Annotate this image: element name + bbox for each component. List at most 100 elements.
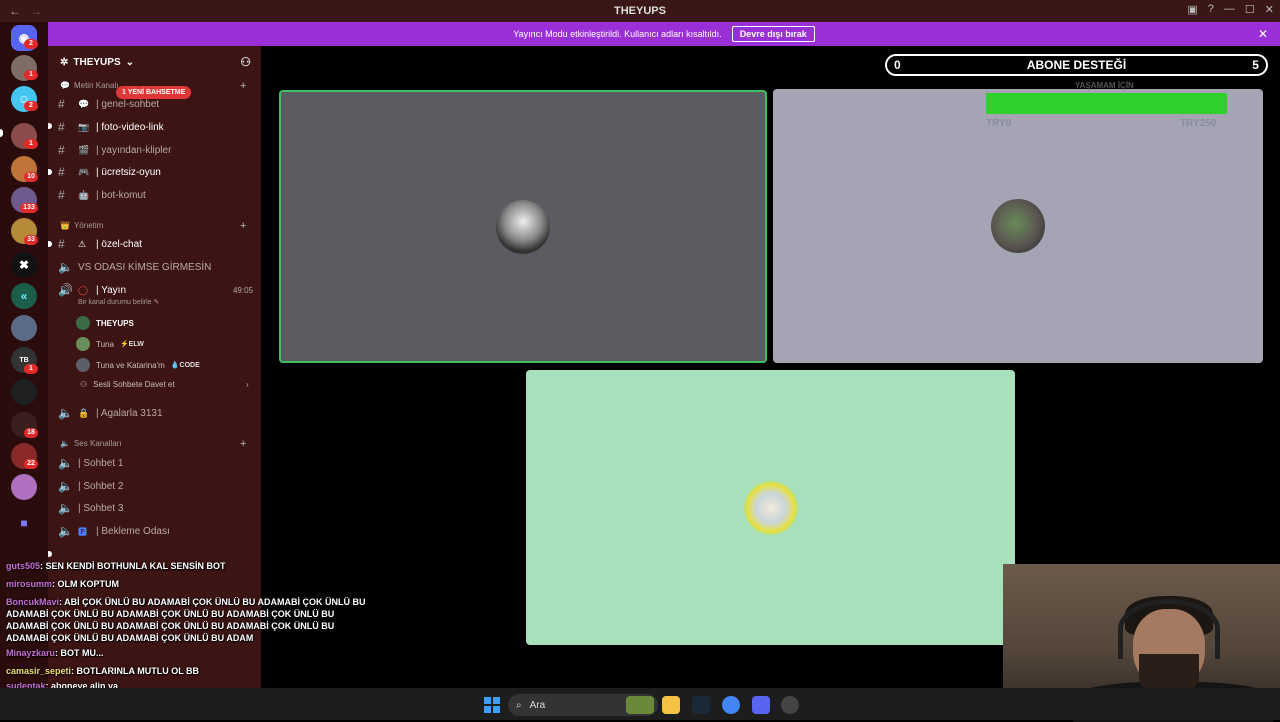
pencil-icon: ✎ xyxy=(153,299,160,306)
chat-username: mirosumm xyxy=(6,579,53,589)
server-icon[interactable] xyxy=(11,315,37,341)
guild-header[interactable]: ✲ THEYUPS ⌄ ⚇ xyxy=(48,46,261,78)
server-badge: 33 xyxy=(24,235,38,245)
server-icon[interactable] xyxy=(11,379,37,405)
chat-message: guts505: SEN KENDİ BOTHUNLA KAL SENSİN B… xyxy=(6,560,376,572)
invite-voice-button[interactable]: ⚇ Sesli Sohbete Davet et › xyxy=(80,380,249,389)
obs-icon[interactable] xyxy=(781,696,799,714)
search-icon: ⌕ xyxy=(516,699,522,711)
channel-ozel-chat[interactable]: # ⚠ | özel-chat xyxy=(58,234,253,254)
chat-message: BoncukMavi: ABİ ÇOK ÜNLÜ BU ADAMABİ ÇOK … xyxy=(6,596,376,644)
speech-bubble-icon: 💬 xyxy=(78,98,90,109)
disable-streamer-mode-button[interactable]: Devre dışı bırak xyxy=(731,26,815,42)
category-label: Yönetim xyxy=(73,221,104,230)
hash-icon: # xyxy=(58,188,65,202)
voice-user-name: Tuna xyxy=(96,339,114,349)
category-voice[interactable]: 🔈 Ses Kanalları + xyxy=(60,438,246,450)
channel-bot-komut[interactable]: # 🤖 | bot-komut xyxy=(58,185,253,205)
hash-icon: # xyxy=(58,120,65,134)
steam-icon[interactable] xyxy=(692,696,710,714)
forward-arrow-icon[interactable]: → xyxy=(30,4,50,18)
channel-agalarla[interactable]: 🔈 🔒 | Agalarla 3131 xyxy=(58,403,253,423)
channel-foto-video-link[interactable]: # 📷 | foto-video-link xyxy=(58,117,253,137)
speaker-icon: 🔈 xyxy=(58,260,73,274)
title-bar: ← → THEYUPS ▣ ? — ☐ ✕ xyxy=(0,0,1280,22)
widget-icon[interactable] xyxy=(626,696,654,714)
maximize-icon[interactable]: ☐ xyxy=(1245,3,1255,16)
server-badge: 10 xyxy=(24,172,38,182)
user-tag-label: CODE xyxy=(179,362,200,369)
server-icon[interactable] xyxy=(11,474,37,500)
add-channel-icon[interactable]: + xyxy=(240,438,246,450)
video-tile[interactable] xyxy=(773,89,1263,363)
file-explorer-icon[interactable] xyxy=(662,696,680,714)
category-text[interactable]: 💬 Metin Kanalı + xyxy=(60,80,246,92)
minimize-icon[interactable]: — xyxy=(1224,3,1235,16)
chat-text: : BOTLARINLA MUTLU OL BB xyxy=(71,666,200,676)
chat-text: : BOT MU... xyxy=(55,648,104,658)
camera-icon: 📷 xyxy=(78,121,90,132)
speaker-active-icon: 🔊 xyxy=(58,283,73,297)
taskbar: ⌕ Ara xyxy=(0,688,1280,720)
voice-user[interactable]: Tuna ve Katarina'm 💧CODE xyxy=(76,358,200,372)
avatar xyxy=(76,316,90,330)
lock-icon: 🔒 xyxy=(78,407,90,418)
chrome-icon[interactable] xyxy=(722,696,740,714)
invite-people-icon[interactable]: ⚇ xyxy=(240,55,251,69)
inbox-icon[interactable]: ▣ xyxy=(1187,3,1197,16)
user-tag: ⚡ELW xyxy=(119,341,144,348)
back-arrow-icon[interactable]: ← xyxy=(0,4,30,18)
folder-icon[interactable]: ■ xyxy=(11,510,37,536)
hash-icon: # xyxy=(58,97,65,111)
help-icon[interactable]: ? xyxy=(1208,3,1214,16)
discord-icon[interactable] xyxy=(752,696,770,714)
new-mention-pill[interactable]: 1 YENİ BAHSETME xyxy=(116,86,192,99)
chat-icon: 💬 xyxy=(60,81,70,90)
channel-bekleme-odasi[interactable]: 🔈 🅿 | Bekleme Odası xyxy=(58,521,253,541)
channel-ucretsiz-oyun[interactable]: # 🎮 | ücretsiz-oyun xyxy=(58,162,253,182)
chevron-right-icon: › xyxy=(246,380,249,389)
unread-indicator xyxy=(0,129,3,137)
goal-max-label: TRY250 xyxy=(1180,118,1217,129)
channel-yayin[interactable]: 🔊 ◯ | Yayın 49:05 xyxy=(58,280,253,300)
goal-current: 0 xyxy=(894,58,901,72)
add-user-icon: ⚇ xyxy=(80,380,88,389)
chat-text: : ABİ ÇOK ÜNLÜ BU ADAMABİ ÇOK ÜNLÜ BU AD… xyxy=(6,597,366,643)
channel-label: | Sohbet 1 xyxy=(78,457,124,469)
add-channel-icon[interactable]: + xyxy=(240,220,246,232)
channel-sohbet-1[interactable]: 🔈 | Sohbet 1 xyxy=(58,453,253,473)
unread-indicator xyxy=(48,169,52,175)
server-badge: 18 xyxy=(24,428,38,438)
chat-message: camasir_sepeti: BOTLARINLA MUTLU OL BB xyxy=(6,665,376,677)
add-channel-icon[interactable]: + xyxy=(240,80,246,92)
voice-user[interactable]: Tuna ⚡ELW xyxy=(76,337,144,351)
avatar xyxy=(496,199,550,254)
channel-sohbet-2[interactable]: 🔈 | Sohbet 2 xyxy=(58,476,253,496)
server-icon[interactable]: « xyxy=(11,283,37,309)
live-circle-icon: ◯ xyxy=(78,284,89,295)
channel-label: | Agalarla 3131 xyxy=(96,407,163,419)
video-tile-speaking[interactable] xyxy=(279,90,767,363)
unread-indicator xyxy=(48,123,52,129)
channel-vs-odasi[interactable]: 🔈 VS ODASI KİMSE GİRMESİN xyxy=(58,257,253,277)
windows-start-icon[interactable] xyxy=(484,697,500,713)
channel-sohbet-3[interactable]: 🔈 | Sohbet 3 xyxy=(58,498,253,518)
goal-caption: YAŞAMAM İÇİN xyxy=(1075,81,1134,90)
donation-progress-bar xyxy=(986,93,1227,114)
close-icon[interactable]: ✕ xyxy=(1265,3,1274,16)
channel-label: | foto-video-link xyxy=(96,121,164,133)
channel-label: | bot-komut xyxy=(96,189,146,201)
video-tile[interactable] xyxy=(526,370,1015,645)
gamepad-icon: 🎮 xyxy=(78,166,90,177)
server-icon[interactable]: ✖ xyxy=(11,252,37,278)
channel-yayindan-klipler[interactable]: # 🎬 | yayından-klipler xyxy=(58,140,253,160)
server-badge: 2 xyxy=(24,39,38,49)
chat-message: mirosumm: OLM KOPTUM xyxy=(6,578,376,590)
guild-name: THEYUPS xyxy=(73,56,121,68)
voice-user[interactable]: THEYUPS xyxy=(76,316,134,330)
category-admin[interactable]: 👑 Yönetim + xyxy=(60,220,246,232)
close-icon[interactable]: ✕ xyxy=(1258,27,1268,41)
hash-icon: # xyxy=(58,165,65,179)
channel-status[interactable]: Bir kanal durumu belirle ✎ xyxy=(78,298,159,306)
voice-user-name: THEYUPS xyxy=(96,318,134,328)
